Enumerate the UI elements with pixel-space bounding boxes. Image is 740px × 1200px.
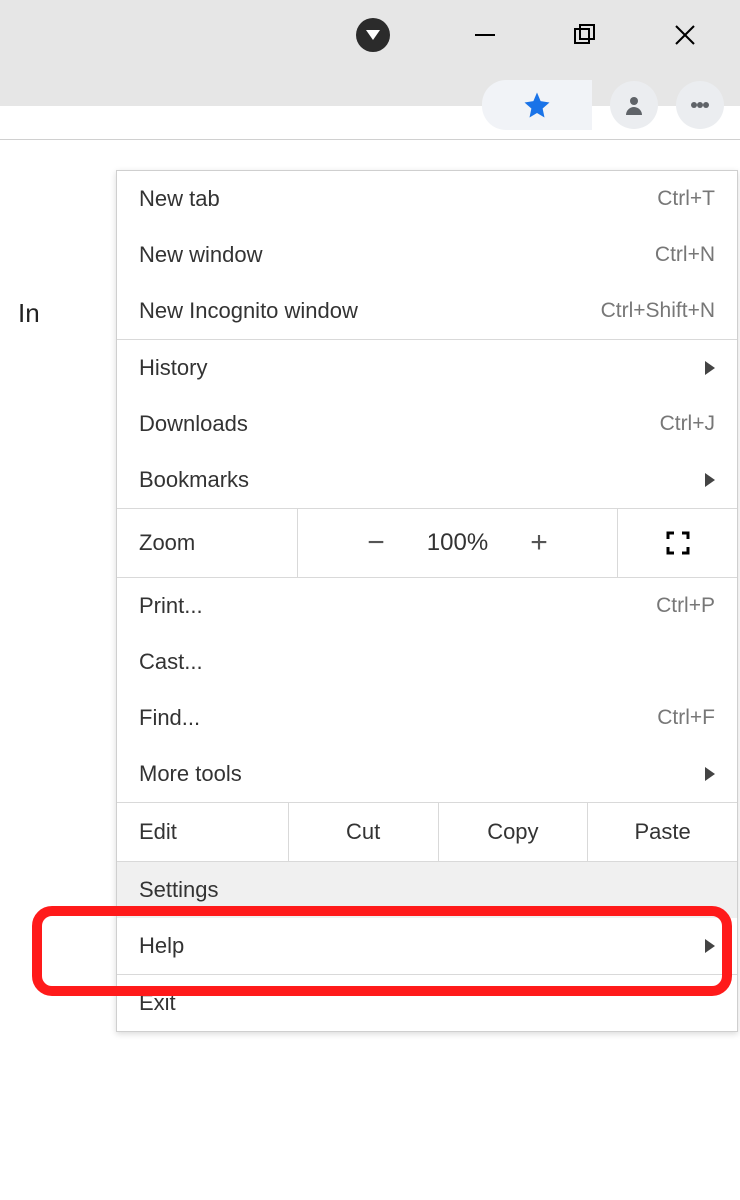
menu-label: Find... [139,705,657,731]
fullscreen-button[interactable] [617,509,737,577]
minimize-button[interactable] [470,20,500,50]
zoom-level: 100% [427,529,488,557]
menu-label: Print... [139,593,656,619]
menu-shortcut: Ctrl+T [657,187,715,211]
browser-toolbar [0,70,740,140]
profile-button[interactable] [610,81,658,129]
menu-label: Cast... [139,649,715,675]
menu-item-new-window[interactable]: New window Ctrl+N [117,227,737,283]
menu-item-cast[interactable]: Cast... [117,634,737,690]
edit-copy-button[interactable]: Copy [438,803,588,861]
menu-label: History [139,355,705,381]
bookmark-star-button[interactable] [482,80,592,130]
menu-shortcut: Ctrl+P [656,594,715,618]
menu-item-help[interactable]: Help [117,918,737,974]
window-titlebar [0,0,740,70]
zoom-label: Zoom [117,530,297,556]
menu-item-bookmarks[interactable]: Bookmarks [117,452,737,508]
menu-label: More tools [139,761,705,787]
close-window-button[interactable] [670,20,700,50]
menu-item-print[interactable]: Print... Ctrl+P [117,578,737,634]
zoom-in-button[interactable]: + [522,526,556,560]
menu-item-more-tools[interactable]: More tools [117,746,737,802]
menu-item-settings[interactable]: Settings [117,862,737,918]
menu-label: New tab [139,186,657,212]
edit-paste-button[interactable]: Paste [587,803,737,861]
menu-label: Bookmarks [139,467,705,493]
menu-label: Help [139,933,705,959]
submenu-arrow-icon [705,467,715,493]
tab-dropdown-icon[interactable] [356,18,390,52]
edit-cut-button[interactable]: Cut [288,803,438,861]
menu-label: Downloads [139,411,660,437]
menu-shortcut: Ctrl+J [660,412,715,436]
menu-item-new-incognito[interactable]: New Incognito window Ctrl+Shift+N [117,283,737,339]
menu-item-new-tab[interactable]: New tab Ctrl+T [117,171,737,227]
menu-label: Exit [139,990,715,1016]
menu-shortcut: Ctrl+N [655,243,715,267]
page-hint-text: In [18,298,40,329]
menu-label: New window [139,242,655,268]
submenu-arrow-icon [705,933,715,959]
menu-button[interactable] [676,81,724,129]
menu-label: Settings [139,877,715,903]
menu-shortcut: Ctrl+F [657,706,715,730]
submenu-arrow-icon [705,355,715,381]
menu-edit-row: Edit Cut Copy Paste [117,802,737,862]
menu-item-downloads[interactable]: Downloads Ctrl+J [117,396,737,452]
maximize-button[interactable] [570,20,600,50]
zoom-out-button[interactable]: − [359,526,393,560]
chrome-main-menu: New tab Ctrl+T New window Ctrl+N New Inc… [116,170,738,1032]
menu-shortcut: Ctrl+Shift+N [601,299,715,323]
menu-item-exit[interactable]: Exit [117,975,737,1031]
menu-label: New Incognito window [139,298,601,324]
menu-zoom-row: Zoom − 100% + [117,508,737,578]
zoom-controls: − 100% + [297,509,617,577]
submenu-arrow-icon [705,761,715,787]
edit-label: Edit [117,803,288,861]
menu-item-history[interactable]: History [117,340,737,396]
menu-item-find[interactable]: Find... Ctrl+F [117,690,737,746]
